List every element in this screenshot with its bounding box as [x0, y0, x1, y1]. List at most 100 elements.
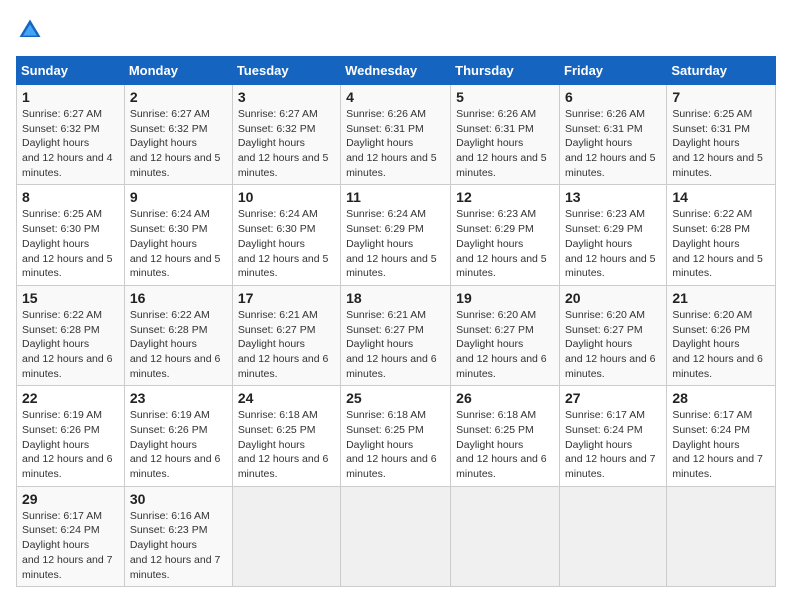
day-number: 6 [565, 89, 661, 105]
calendar-cell [451, 486, 560, 586]
col-header-friday: Friday [560, 57, 667, 85]
day-info: Sunrise: 6:20 AMSunset: 6:27 PMDaylight … [565, 308, 661, 381]
calendar-cell: 22 Sunrise: 6:19 AMSunset: 6:26 PMDayligh… [17, 386, 125, 486]
day-number: 8 [22, 189, 119, 205]
calendar-cell: 24 Sunrise: 6:18 AMSunset: 6:25 PMDayligh… [232, 386, 340, 486]
calendar-week-row: 8Sunrise: 6:25 AMSunset: 6:30 PMDaylight… [17, 185, 776, 285]
day-number: 19 [456, 290, 554, 306]
calendar-cell: 4 Sunrise: 6:26 AMSunset: 6:31 PMDaylight… [341, 85, 451, 185]
day-number: 27 [565, 390, 661, 406]
day-number: 17 [238, 290, 335, 306]
day-number: 21 [672, 290, 770, 306]
calendar-cell: 10 Sunrise: 6:24 AMSunset: 6:30 PMDayligh… [232, 185, 340, 285]
col-header-wednesday: Wednesday [341, 57, 451, 85]
day-info: Sunrise: 6:22 AMSunset: 6:28 PMDaylight … [22, 308, 119, 381]
day-number: 10 [238, 189, 335, 205]
day-number: 20 [565, 290, 661, 306]
day-number: 22 [22, 390, 119, 406]
day-info: Sunrise: 6:23 AMSunset: 6:29 PMDaylight … [456, 207, 554, 280]
calendar-cell: 29 Sunrise: 6:17 AMSunset: 6:24 PMDayligh… [17, 486, 125, 586]
calendar-cell: 5Sunrise: 6:26 AMSunset: 6:31 PMDaylight… [451, 85, 560, 185]
calendar-cell: 20 Sunrise: 6:20 AMSunset: 6:27 PMDayligh… [560, 285, 667, 385]
calendar-cell [341, 486, 451, 586]
calendar-cell: 13Sunrise: 6:23 AMSunset: 6:29 PMDayligh… [560, 185, 667, 285]
day-number: 1 [22, 89, 119, 105]
day-info: Sunrise: 6:17 AMSunset: 6:24 PMDaylight … [22, 509, 119, 582]
day-number: 16 [130, 290, 227, 306]
calendar-cell: 1 Sunrise: 6:27 AMSunset: 6:32 PMDaylight… [17, 85, 125, 185]
calendar-cell: 21 Sunrise: 6:20 AMSunset: 6:26 PMDayligh… [667, 285, 776, 385]
calendar-cell: 7 Sunrise: 6:25 AMSunset: 6:31 PMDaylight… [667, 85, 776, 185]
calendar-cell: 14 Sunrise: 6:22 AMSunset: 6:28 PMDayligh… [667, 185, 776, 285]
day-info: Sunrise: 6:20 AMSunset: 6:26 PMDaylight … [672, 308, 770, 381]
col-header-saturday: Saturday [667, 57, 776, 85]
calendar-table: SundayMondayTuesdayWednesdayThursdayFrid… [16, 56, 776, 587]
day-info: Sunrise: 6:18 AMSunset: 6:25 PMDaylight … [346, 408, 445, 481]
day-number: 12 [456, 189, 554, 205]
col-header-thursday: Thursday [451, 57, 560, 85]
day-number: 25 [346, 390, 445, 406]
day-info: Sunrise: 6:20 AMSunset: 6:27 PMDaylight … [456, 308, 554, 381]
day-number: 26 [456, 390, 554, 406]
calendar-cell [232, 486, 340, 586]
day-number: 28 [672, 390, 770, 406]
day-info: Sunrise: 6:27 AMSunset: 6:32 PMDaylight … [130, 107, 227, 180]
day-info: Sunrise: 6:24 AMSunset: 6:30 PMDaylight … [238, 207, 335, 280]
day-info: Sunrise: 6:17 AMSunset: 6:24 PMDaylight … [565, 408, 661, 481]
logo-icon [16, 16, 44, 44]
day-info: Sunrise: 6:27 AMSunset: 6:32 PMDaylight … [238, 107, 335, 180]
day-number: 29 [22, 491, 119, 507]
day-info: Sunrise: 6:18 AMSunset: 6:25 PMDaylight … [456, 408, 554, 481]
day-info: Sunrise: 6:17 AMSunset: 6:24 PMDaylight … [672, 408, 770, 481]
day-number: 15 [22, 290, 119, 306]
day-info: Sunrise: 6:21 AMSunset: 6:27 PMDaylight … [346, 308, 445, 381]
day-info: Sunrise: 6:25 AMSunset: 6:31 PMDaylight … [672, 107, 770, 180]
day-number: 30 [130, 491, 227, 507]
day-info: Sunrise: 6:19 AMSunset: 6:26 PMDaylight … [22, 408, 119, 481]
calendar-cell: 15 Sunrise: 6:22 AMSunset: 6:28 PMDayligh… [17, 285, 125, 385]
day-info: Sunrise: 6:19 AMSunset: 6:26 PMDaylight … [130, 408, 227, 481]
calendar-cell: 23 Sunrise: 6:19 AMSunset: 6:26 PMDayligh… [124, 386, 232, 486]
calendar-cell: 28 Sunrise: 6:17 AMSunset: 6:24 PMDayligh… [667, 386, 776, 486]
day-number: 11 [346, 189, 445, 205]
day-info: Sunrise: 6:24 AMSunset: 6:30 PMDaylight … [130, 207, 227, 280]
day-info: Sunrise: 6:26 AMSunset: 6:31 PMDaylight … [565, 107, 661, 180]
calendar-week-row: 15 Sunrise: 6:22 AMSunset: 6:28 PMDayligh… [17, 285, 776, 385]
day-number: 5 [456, 89, 554, 105]
calendar-cell: 9 Sunrise: 6:24 AMSunset: 6:30 PMDaylight… [124, 185, 232, 285]
calendar-cell: 18 Sunrise: 6:21 AMSunset: 6:27 PMDayligh… [341, 285, 451, 385]
day-number: 7 [672, 89, 770, 105]
calendar-cell: 8Sunrise: 6:25 AMSunset: 6:30 PMDaylight… [17, 185, 125, 285]
calendar-cell: 3 Sunrise: 6:27 AMSunset: 6:32 PMDaylight… [232, 85, 340, 185]
day-info: Sunrise: 6:26 AMSunset: 6:31 PMDaylight … [346, 107, 445, 180]
calendar-cell: 27 Sunrise: 6:17 AMSunset: 6:24 PMDayligh… [560, 386, 667, 486]
calendar-cell: 25 Sunrise: 6:18 AMSunset: 6:25 PMDayligh… [341, 386, 451, 486]
day-info: Sunrise: 6:22 AMSunset: 6:28 PMDaylight … [672, 207, 770, 280]
calendar-cell: 16Sunrise: 6:22 AMSunset: 6:28 PMDayligh… [124, 285, 232, 385]
day-info: Sunrise: 6:21 AMSunset: 6:27 PMDaylight … [238, 308, 335, 381]
calendar-cell: 17 Sunrise: 6:21 AMSunset: 6:27 PMDayligh… [232, 285, 340, 385]
page-header [16, 16, 776, 44]
day-number: 18 [346, 290, 445, 306]
day-info: Sunrise: 6:16 AMSunset: 6:23 PMDaylight … [130, 509, 227, 582]
col-header-monday: Monday [124, 57, 232, 85]
day-number: 24 [238, 390, 335, 406]
day-info: Sunrise: 6:24 AMSunset: 6:29 PMDaylight … [346, 207, 445, 280]
day-info: Sunrise: 6:23 AMSunset: 6:29 PMDaylight … [565, 207, 661, 280]
day-number: 9 [130, 189, 227, 205]
day-number: 4 [346, 89, 445, 105]
calendar-cell [667, 486, 776, 586]
day-number: 3 [238, 89, 335, 105]
day-info: Sunrise: 6:27 AMSunset: 6:32 PMDaylight … [22, 107, 119, 180]
calendar-cell: 12 Sunrise: 6:23 AMSunset: 6:29 PMDayligh… [451, 185, 560, 285]
day-number: 23 [130, 390, 227, 406]
day-number: 14 [672, 189, 770, 205]
calendar-week-row: 22 Sunrise: 6:19 AMSunset: 6:26 PMDayligh… [17, 386, 776, 486]
col-header-sunday: Sunday [17, 57, 125, 85]
calendar-cell: 30 Sunrise: 6:16 AMSunset: 6:23 PMDayligh… [124, 486, 232, 586]
calendar-cell: 11 Sunrise: 6:24 AMSunset: 6:29 PMDayligh… [341, 185, 451, 285]
calendar-cell: 26 Sunrise: 6:18 AMSunset: 6:25 PMDayligh… [451, 386, 560, 486]
calendar-week-row: 29 Sunrise: 6:17 AMSunset: 6:24 PMDayligh… [17, 486, 776, 586]
day-info: Sunrise: 6:18 AMSunset: 6:25 PMDaylight … [238, 408, 335, 481]
col-header-tuesday: Tuesday [232, 57, 340, 85]
